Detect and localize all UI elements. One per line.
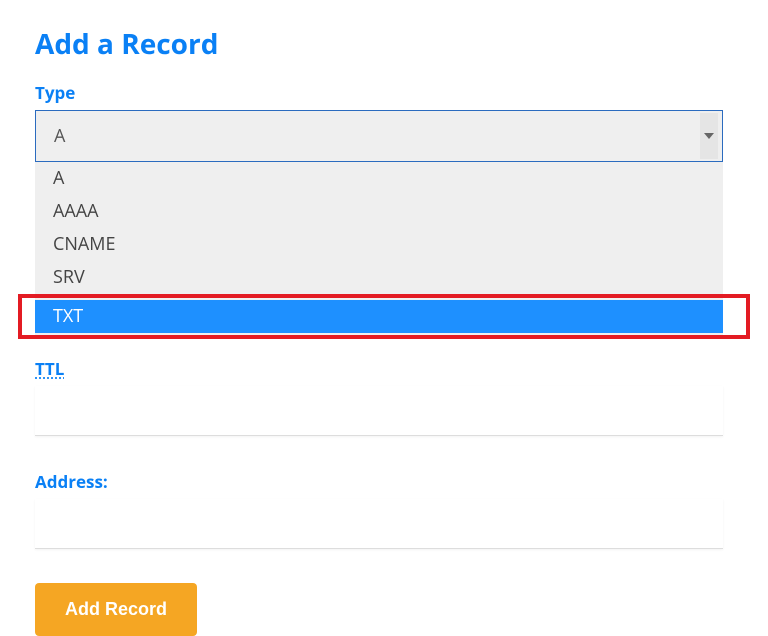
chevron-down-icon — [700, 113, 718, 159]
type-option-a[interactable]: A — [35, 162, 723, 195]
highlight-annotation: TXT — [18, 294, 750, 339]
type-select[interactable]: A — [35, 110, 723, 162]
address-input[interactable] — [35, 499, 723, 549]
add-record-button[interactable]: Add Record — [35, 583, 197, 636]
address-label: Address: — [35, 470, 733, 493]
type-selected-value: A — [54, 124, 65, 148]
ttl-input[interactable] — [35, 386, 723, 436]
type-option-aaaa[interactable]: AAAA — [35, 195, 723, 228]
type-label: Type — [35, 81, 733, 104]
type-option-txt[interactable]: TXT — [35, 300, 723, 333]
ttl-label: TTL — [35, 357, 64, 380]
type-option-cname[interactable]: CNAME — [35, 228, 723, 261]
type-option-srv[interactable]: SRV — [35, 261, 723, 294]
page-title: Add a Record — [35, 25, 733, 63]
type-select-wrapper: A A AAAA CNAME SRV TXT — [35, 110, 733, 339]
type-dropdown: A AAAA CNAME SRV TXT — [35, 162, 723, 339]
